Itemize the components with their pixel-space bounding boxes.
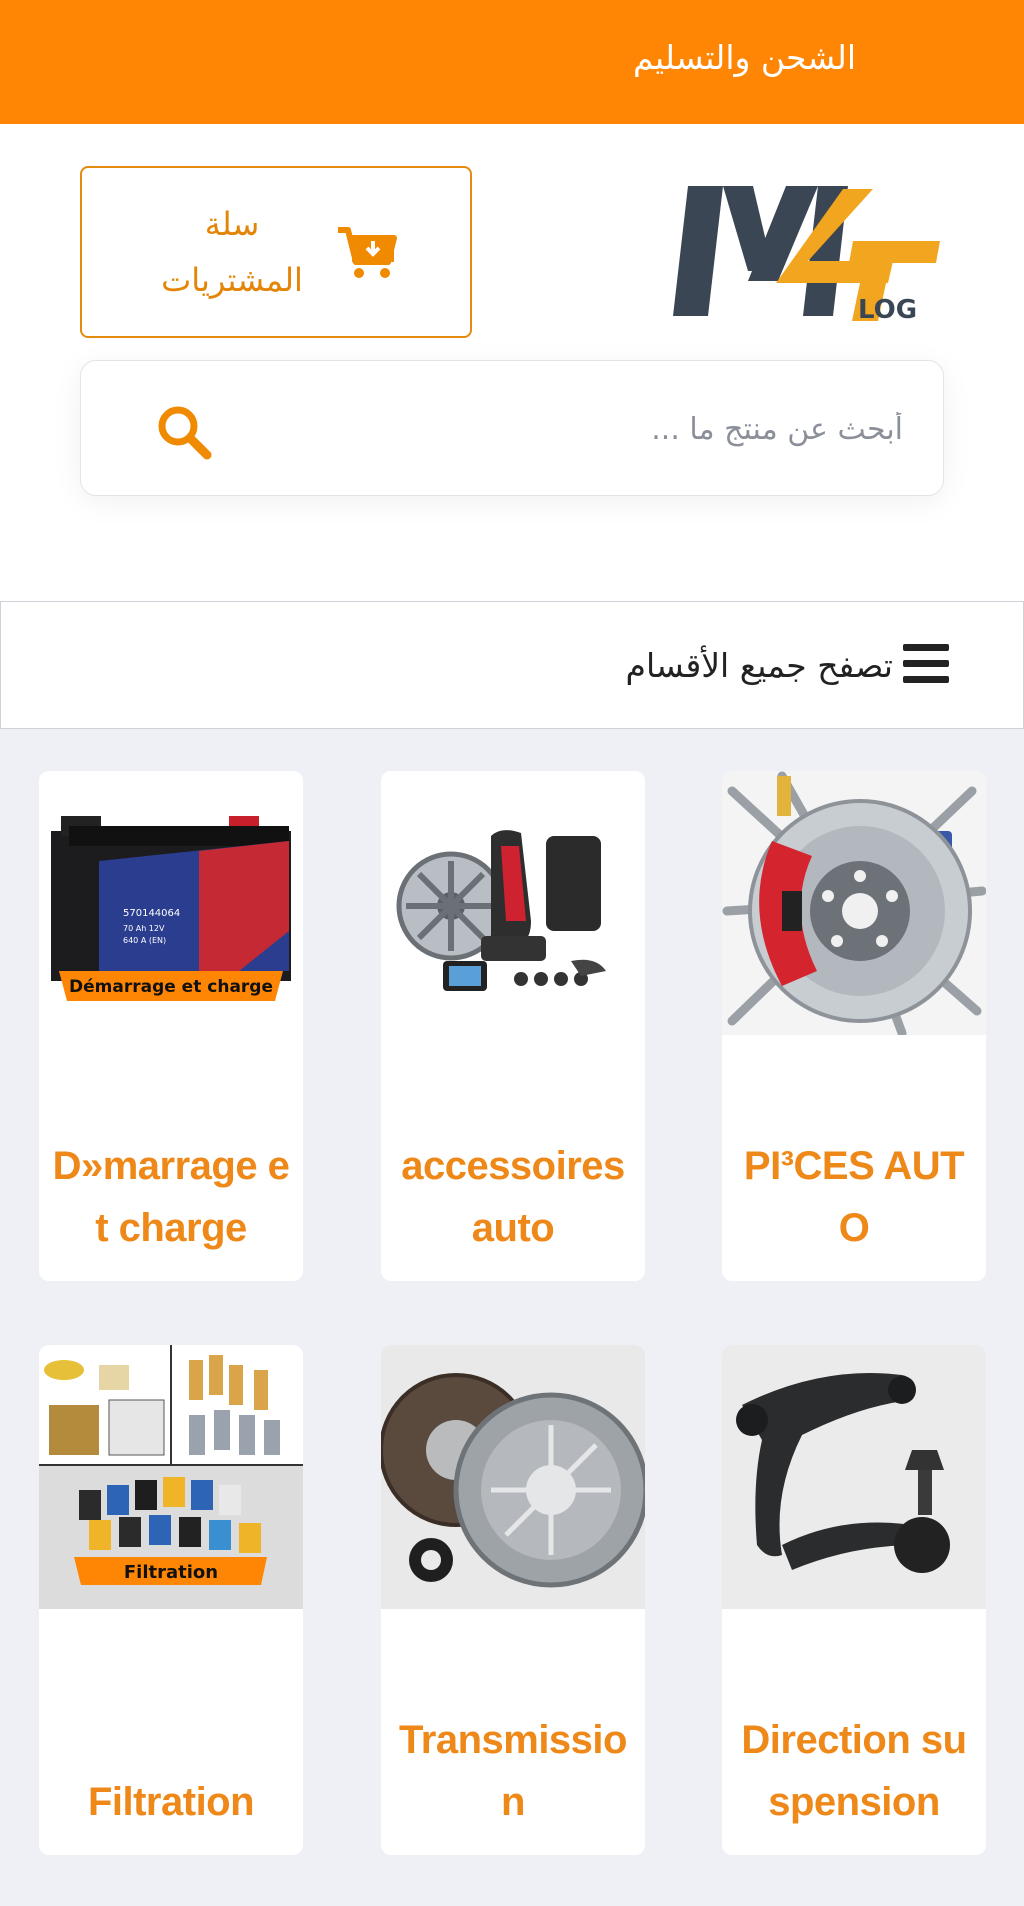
search-bar [80,360,944,496]
cart-icon [338,227,397,278]
cart-button[interactable]: سلة المشتريات [80,166,472,338]
battery-image: 570144064 70 Ah 12V 640 A (EN) Démarrage… [39,771,303,1035]
category-card-direction-suspension[interactable]: Direction suspension [722,1345,986,1855]
logo-suffix: LOG [858,295,917,325]
category-title[interactable]: Filtration [49,1771,293,1833]
hamburger-menu-icon [903,644,949,683]
browse-categories-button[interactable]: تصفح جميع الأقسام [0,601,1024,729]
brake-parts-image [722,771,986,1035]
category-card-filtration[interactable]: Filtration Filtration [39,1345,303,1855]
browse-categories-label: تصفح جميع الأقسام [625,646,893,685]
clutch-kit-image [381,1345,645,1609]
cart-label: سلة المشتريات [161,205,303,299]
filtration-banner: Filtration [124,1562,218,1583]
accessories-image [381,771,645,1035]
control-arm-image [722,1345,986,1609]
battery-spec-2: 640 A (EN) [123,936,166,945]
category-card-accessoires-auto[interactable]: accessoires auto [381,771,645,1281]
category-title[interactable]: accessoires auto [391,1135,635,1259]
category-title[interactable]: Transmission [391,1709,635,1833]
category-card-pieces-auto[interactable]: PI³CES AUTO [722,771,986,1281]
category-card-demarrage-et-charge[interactable]: 570144064 70 Ah 12V 640 A (EN) Démarrage… [39,771,303,1281]
battery-code: 570144064 [123,908,180,919]
battery-banner: Démarrage et charge [69,977,273,997]
category-title[interactable]: D»marrage et charge [49,1135,293,1259]
search-input[interactable] [261,395,905,463]
category-title[interactable]: PI³CES AUTO [732,1135,976,1259]
search-icon[interactable] [155,403,213,461]
shipping-delivery-link[interactable]: الشحن والتسليم [633,38,856,77]
site-logo[interactable]: LOG [668,181,940,331]
filters-image: Filtration [39,1345,303,1609]
category-card-transmission[interactable]: Transmission [381,1345,645,1855]
battery-spec-1: 70 Ah 12V [123,924,165,933]
top-bar: الشحن والتسليم [0,0,1024,124]
category-title[interactable]: Direction suspension [732,1709,976,1833]
